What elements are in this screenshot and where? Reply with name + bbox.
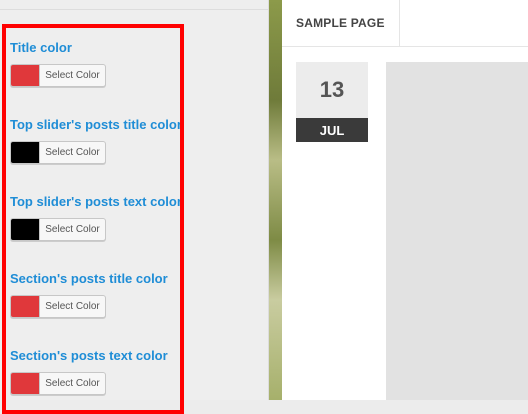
customizer-panel: Title color Select Color Top slider's po… <box>0 0 269 414</box>
post-date-day: 13 <box>296 62 368 118</box>
post-date-badge: 13 JUL <box>296 62 368 142</box>
panel-divider <box>0 9 268 10</box>
background-photo-strip <box>269 0 282 400</box>
highlight-outline <box>2 24 184 414</box>
site-nav: SAMPLE PAGE <box>282 0 528 47</box>
post-thumbnail[interactable] <box>386 62 528 400</box>
site-preview: SAMPLE PAGE 13 JUL <box>282 0 528 400</box>
post-date-month: JUL <box>296 118 368 142</box>
nav-item-sample-page[interactable]: SAMPLE PAGE <box>282 0 400 46</box>
